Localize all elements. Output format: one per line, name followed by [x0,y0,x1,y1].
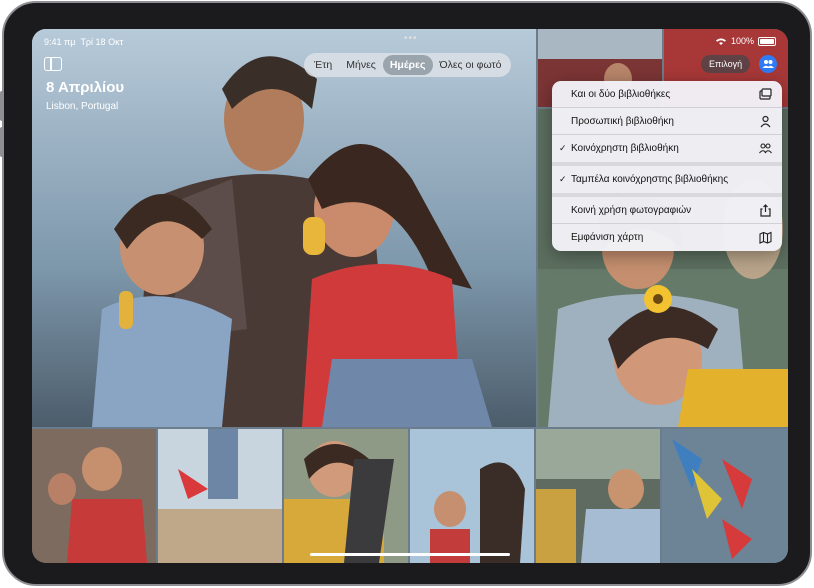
segment-years[interactable]: Έτη [307,55,339,75]
volume-up-button [0,91,4,121]
status-bar: 9:41 πμ Τρί 18 Οκτ ••• 100% [32,29,788,51]
sidebar-toggle-icon[interactable] [44,57,62,71]
ipad-frame: 9:41 πμ Τρί 18 Οκτ ••• 100% 8 Απριλίου L… [0,1,812,586]
people-icon [762,60,774,68]
view-segmented-control: Έτη Μήνες Ημέρες Όλες οι φωτό [304,53,512,77]
segment-months[interactable]: Μήνες [339,55,383,75]
map-icon [759,231,772,244]
location-subtitle: Lisbon, Portugal [46,101,119,112]
menu-item-shared-library[interactable]: ✓ Κοινόχρηστη βιβλιοθήκη [552,135,782,166]
page-title: 8 Απριλίου [46,79,125,96]
wifi-icon [715,38,726,45]
photo-tile[interactable] [284,429,408,563]
library-filter-button[interactable] [759,55,777,73]
photo-tile[interactable] [32,429,156,563]
segment-days[interactable]: Ημέρες [382,55,433,75]
menu-item-personal-library[interactable]: Προσωπική βιβλιοθήκη [552,108,782,135]
menu-item-label: Ταμπέλα κοινόχρηστης βιβλιοθήκης [571,174,729,185]
photo-tile[interactable] [158,429,282,563]
menu-item-both-libraries[interactable]: Και οι δύο βιβλιοθήκες [552,81,782,108]
select-button[interactable]: Επιλογή [701,55,751,73]
status-right: 100% [715,36,776,46]
status-time: 9:41 πμ Τρί 18 Οκτ [44,37,124,47]
home-indicator[interactable] [310,553,510,556]
menu-item-label: Και οι δύο βιβλιοθήκες [571,88,671,100]
battery-icon [758,36,776,46]
photo-tile[interactable] [410,429,534,563]
menu-item-label: Κοινή χρήση φωτογραφιών [571,204,692,216]
menu-item-show-map[interactable]: Εμφάνιση χάρτη [552,224,782,251]
photo-stack-icon [759,88,772,100]
menu-item-share-photos[interactable]: Κοινή χρήση φωτογραφιών [552,197,782,224]
library-menu: Και οι δύο βιβλιοθήκες Προσωπική βιβλιοθ… [552,81,782,251]
menu-item-label: Εμφάνιση χάρτη [571,232,644,243]
checkmark-icon: ✓ [559,174,567,184]
photo-grid-bottom [32,429,788,563]
checkmark-icon: ✓ [559,143,567,153]
menu-item-label: Προσωπική βιβλιοθήκη [571,115,674,127]
photo-tile[interactable] [536,429,660,563]
photo-tile[interactable] [662,429,788,563]
multitasking-dots-icon[interactable]: ••• [404,33,418,44]
battery-percent: 100% [730,36,754,46]
photos-app-screen: 9:41 πμ Τρί 18 Οκτ ••• 100% 8 Απριλίου L… [32,29,788,563]
volume-down-button [0,127,4,157]
person-icon [760,115,771,128]
segment-all-photos[interactable]: Όλες οι φωτό [433,55,509,75]
menu-item-shared-library-badge[interactable]: ✓ Ταμπέλα κοινόχρηστης βιβλιοθήκης [552,166,782,197]
people-icon [759,143,772,154]
share-icon [760,204,771,217]
menu-item-label: Κοινόχρηστη βιβλιοθήκη [571,143,679,154]
